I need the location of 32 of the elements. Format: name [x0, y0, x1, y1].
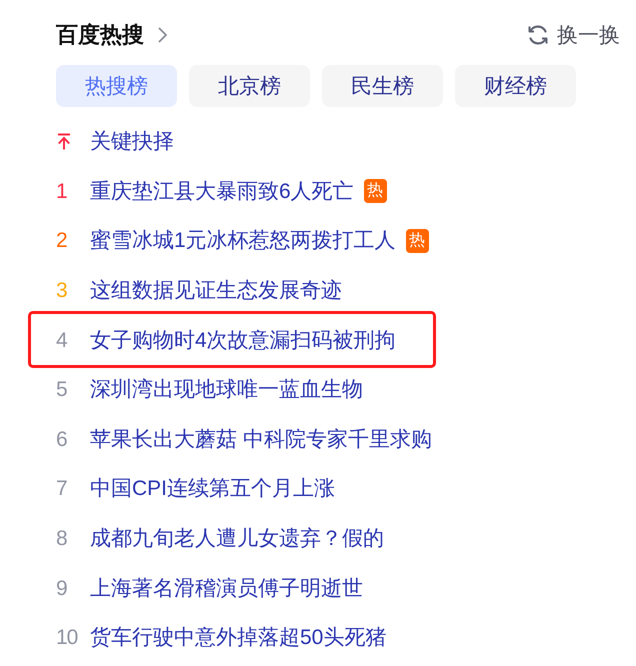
- headline-link[interactable]: 成都九旬老人遭儿女遗弃？假的: [90, 528, 384, 550]
- rank-number: 7: [56, 478, 67, 500]
- rank-number: 6: [56, 428, 67, 450]
- headline-link[interactable]: 上海著名滑稽演员傅子明逝世: [90, 578, 363, 599]
- hot-badge: 热: [364, 179, 387, 204]
- rank-number: 5: [56, 379, 67, 400]
- ranking-tab[interactable]: 财经榜: [455, 65, 576, 107]
- hot-badge: 热: [406, 228, 429, 253]
- rank-number: 10: [56, 627, 78, 648]
- ranking-tab[interactable]: 热搜榜: [56, 65, 177, 107]
- headline-link[interactable]: 苹果长出大蘑菇 中科院专家千里求购: [90, 428, 432, 450]
- rank-number: 1: [56, 180, 67, 202]
- headline-link[interactable]: 货车行驶中意外掉落超50头死猪: [90, 627, 386, 648]
- headline-link[interactable]: 关键抉择: [90, 131, 174, 152]
- refresh-icon[interactable]: [527, 24, 549, 46]
- rank-number: 9: [56, 578, 67, 599]
- rank-number: 4: [56, 330, 67, 351]
- refresh-button[interactable]: 换一换: [557, 24, 620, 46]
- headline-link[interactable]: 中国CPI连续第五个月上涨: [90, 478, 336, 500]
- rank-number: 8: [56, 528, 67, 550]
- headline-link[interactable]: 这组数据见证生态发展奇迹: [90, 280, 342, 302]
- headline-link[interactable]: 蜜雪冰城1元冰杯惹怒两拨打工人: [90, 230, 396, 252]
- headline-link[interactable]: 重庆垫江县大暴雨致6人死亡: [90, 180, 354, 202]
- chevron-right-icon[interactable]: [158, 27, 167, 43]
- ranking-tab[interactable]: 北京榜: [189, 65, 310, 107]
- rank-number: 2: [56, 230, 67, 252]
- ranking-tab[interactable]: 民生榜: [322, 65, 443, 107]
- section-title: 百度热搜: [56, 24, 144, 46]
- headline-link[interactable]: 深圳湾出现地球唯一蓝血生物: [90, 379, 363, 400]
- rank-number: 3: [56, 280, 67, 302]
- headline-link[interactable]: 女子购物时4次故意漏扫码被刑拘: [90, 330, 396, 351]
- pin-top-icon: [57, 133, 71, 150]
